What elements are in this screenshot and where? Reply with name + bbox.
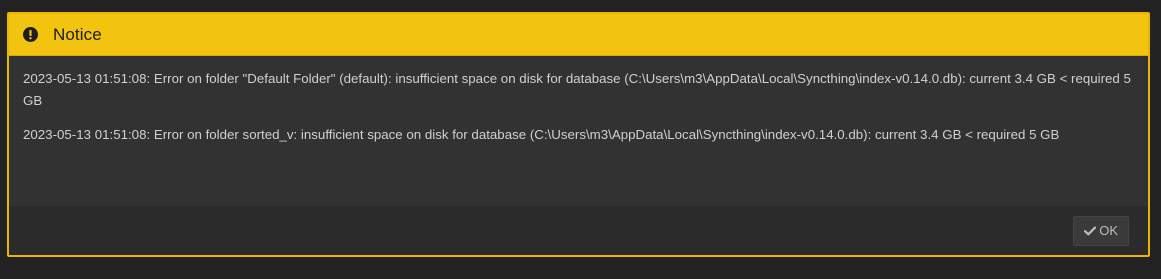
ok-label: OK bbox=[1099, 223, 1118, 238]
dialog-body: 2023-05-13 01:51:08: Error on folder "De… bbox=[9, 56, 1148, 206]
dialog-title: Notice bbox=[53, 24, 102, 44]
notice-dialog: Notice 2023-05-13 01:51:08: Error on fol… bbox=[7, 12, 1150, 257]
notice-message: 2023-05-13 01:51:08: Error on folder "De… bbox=[23, 71, 1131, 108]
dialog-footer: OK bbox=[9, 206, 1148, 255]
dialog-header: Notice bbox=[9, 14, 1148, 56]
check-icon bbox=[1084, 226, 1097, 236]
exclamation-circle-icon bbox=[23, 27, 38, 42]
ok-button[interactable]: OK bbox=[1073, 215, 1129, 246]
notice-message: 2023-05-13 01:51:08: Error on folder sor… bbox=[23, 127, 1060, 142]
